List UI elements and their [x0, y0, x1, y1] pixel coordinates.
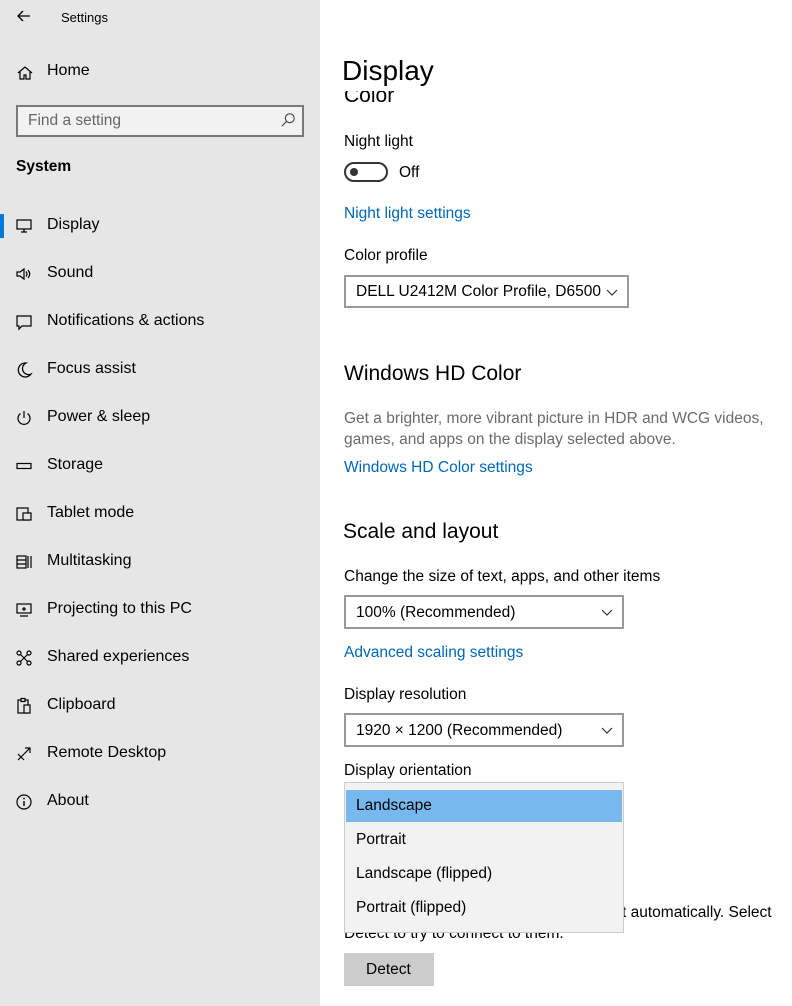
color-profile-value: DELL U2412M Color Profile, D6500: [356, 283, 601, 300]
option-label: Portrait: [356, 831, 406, 848]
multitasking-icon: [15, 553, 33, 571]
home-link[interactable]: Home: [0, 50, 320, 94]
home-label: Home: [47, 62, 90, 79]
search-box[interactable]: Find a setting: [16, 105, 304, 137]
chevron-down-icon: [600, 723, 614, 737]
search-input[interactable]: Find a setting: [28, 112, 121, 130]
sidebar-item-tablet-mode[interactable]: Tablet mode: [0, 492, 320, 536]
home-icon: [16, 64, 34, 82]
clipboard-icon: [15, 697, 33, 715]
info-icon: [15, 793, 33, 811]
orientation-label: Display orientation: [344, 762, 472, 779]
sidebar-item-focus-assist[interactable]: Focus assist: [0, 348, 320, 392]
projecting-icon: [15, 601, 33, 619]
night-light-state: Off: [399, 164, 420, 181]
resolution-label: Display resolution: [344, 686, 467, 703]
sidebar-item-label: Remote Desktop: [47, 744, 167, 761]
detect-button[interactable]: Detect: [344, 953, 434, 986]
sidebar-item-label: About: [47, 792, 89, 809]
chevron-down-icon: [605, 285, 619, 299]
sidebar-item-label: Notifications & actions: [47, 312, 205, 329]
orientation-dropdown-menu: Landscape Portrait Landscape (flipped) P…: [344, 782, 624, 933]
orientation-option-portrait-flipped[interactable]: Portrait (flipped): [346, 892, 622, 924]
sidebar-item-label: Shared experiences: [47, 648, 190, 665]
sidebar-item-label: Clipboard: [47, 696, 116, 713]
storage-icon: [15, 457, 33, 475]
text-size-label: Change the size of text, apps, and other…: [344, 568, 661, 585]
sidebar-item-storage[interactable]: Storage: [0, 444, 320, 488]
sidebar-item-label: Multitasking: [47, 552, 132, 569]
option-label: Landscape: [356, 797, 432, 814]
sidebar-item-projecting[interactable]: Projecting to this PC: [0, 588, 320, 632]
night-light-settings-link[interactable]: Night light settings: [344, 205, 471, 223]
hd-color-description-line2: games, and apps on the display selected …: [344, 431, 676, 448]
search-icon: [280, 112, 296, 128]
monitor-icon: [15, 217, 33, 235]
hd-color-heading: Windows HD Color: [344, 362, 522, 385]
sidebar-item-power-sleep[interactable]: Power & sleep: [0, 396, 320, 440]
sidebar-item-label: Focus assist: [47, 360, 136, 377]
color-profile-label: Color profile: [344, 247, 428, 264]
window-title: Settings: [61, 10, 108, 25]
sidebar-item-label: Storage: [47, 456, 104, 473]
shared-icon: [15, 649, 33, 667]
sidebar-item-label: Display: [47, 216, 100, 233]
hd-color-settings-link[interactable]: Windows HD Color settings: [344, 459, 533, 477]
chevron-down-icon: [600, 605, 614, 619]
notification-icon: [15, 313, 33, 331]
page-title-bar: Display: [320, 0, 792, 91]
resolution-value: 1920 × 1200 (Recommended): [356, 722, 563, 739]
detect-button-label: Detect: [366, 961, 411, 978]
scale-select[interactable]: 100% (Recommended): [344, 595, 624, 629]
multiple-displays-text-tail: t automatically. Select: [622, 904, 772, 921]
remote-desktop-icon: [15, 745, 33, 763]
sidebar-item-clipboard[interactable]: Clipboard: [0, 684, 320, 728]
power-icon: [15, 409, 33, 427]
sidebar-item-label: Projecting to this PC: [47, 600, 192, 617]
section-heading: System: [16, 158, 72, 175]
scale-layout-heading: Scale and layout: [343, 520, 499, 543]
sidebar-item-label: Tablet mode: [47, 504, 135, 521]
sidebar-item-label: Sound: [47, 264, 94, 281]
speaker-icon: [15, 265, 33, 283]
active-indicator: [0, 214, 4, 238]
orientation-option-landscape[interactable]: Landscape: [346, 790, 622, 822]
resolution-select[interactable]: 1920 × 1200 (Recommended): [344, 713, 624, 747]
sidebar-item-sound[interactable]: Sound: [0, 252, 320, 296]
orientation-option-landscape-flipped[interactable]: Landscape (flipped): [346, 858, 622, 890]
color-profile-select[interactable]: DELL U2412M Color Profile, D6500: [344, 275, 629, 308]
hd-color-description-line1: Get a brighter, more vibrant picture in …: [344, 410, 764, 427]
scale-value: 100% (Recommended): [356, 604, 516, 621]
night-light-label: Night light: [344, 133, 413, 150]
sidebar-item-label: Power & sleep: [47, 408, 151, 425]
sidebar-item-shared-experiences[interactable]: Shared experiences: [0, 636, 320, 680]
night-light-toggle[interactable]: [344, 162, 388, 182]
sidebar-item-remote-desktop[interactable]: Remote Desktop: [0, 732, 320, 776]
tablet-icon: [15, 505, 33, 523]
page-title: Display: [342, 55, 434, 86]
sidebar-item-notifications[interactable]: Notifications & actions: [0, 300, 320, 344]
advanced-scaling-link[interactable]: Advanced scaling settings: [344, 644, 523, 662]
sidebar: Settings Home Find a setting System Disp…: [0, 0, 320, 1006]
sidebar-item-about[interactable]: About: [0, 780, 320, 824]
option-label: Landscape (flipped): [356, 865, 493, 882]
option-label: Portrait (flipped): [356, 899, 467, 916]
toggle-knob: [350, 168, 358, 176]
moon-icon: [15, 361, 33, 379]
orientation-option-portrait[interactable]: Portrait: [346, 824, 622, 856]
sidebar-item-multitasking[interactable]: Multitasking: [0, 540, 320, 584]
back-arrow-icon[interactable]: [15, 7, 33, 25]
sidebar-item-display[interactable]: Display: [0, 204, 320, 248]
